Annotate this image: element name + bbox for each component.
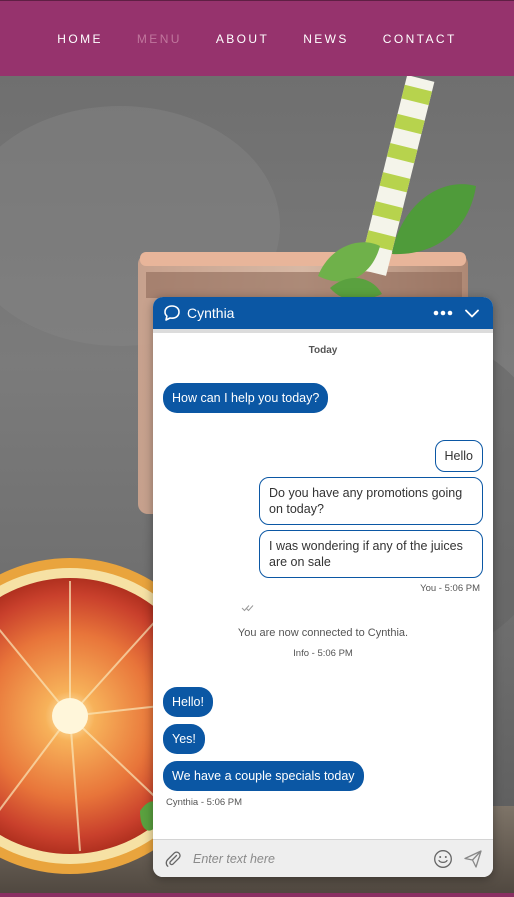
paperclip-icon[interactable] [163,849,183,869]
nav-menu[interactable]: MENU [137,32,182,46]
top-navigation: HOME MENU ABOUT NEWS CONTACT [0,0,514,76]
chat-window: Cynthia Today How can I help you today? … [153,297,493,877]
user-message: Do you have any promotions going on toda… [259,477,483,525]
agent-message: Yes! [163,724,205,754]
send-icon[interactable] [463,849,483,869]
nav-contact[interactable]: CONTACT [383,32,457,46]
chat-header: Cynthia [153,297,493,333]
message-input[interactable] [193,851,433,866]
read-receipt-icon [241,605,254,612]
bottom-accent-bar [0,893,514,897]
nav-home[interactable]: HOME [57,32,103,46]
system-message: You are now connected to Cynthia. [237,627,409,639]
day-separator: Today [308,345,338,356]
user-message-meta: You - 5:06 PM [420,583,480,594]
agent-message: We have a couple specials today [163,761,364,791]
chat-bubble-icon [163,304,181,322]
more-dots-icon[interactable] [431,303,455,323]
chevron-down-icon[interactable] [461,303,483,323]
nav-news[interactable]: NEWS [303,32,349,46]
smiley-icon[interactable] [433,849,453,869]
user-message: Hello [434,440,483,472]
user-message: I was wondering if any of the juices are… [259,530,483,578]
nav-about[interactable]: ABOUT [216,32,269,46]
system-message-meta: Info - 5:06 PM [293,648,353,659]
chat-composer [153,839,493,877]
agent-message: How can I help you today? [163,383,329,413]
agent-message: Hello! [163,687,213,717]
chat-transcript[interactable]: Today How can I help you today? Hello Do… [153,333,493,835]
agent-name: Cynthia [187,305,235,321]
agent-message-meta: Cynthia - 5:06 PM [166,797,243,808]
